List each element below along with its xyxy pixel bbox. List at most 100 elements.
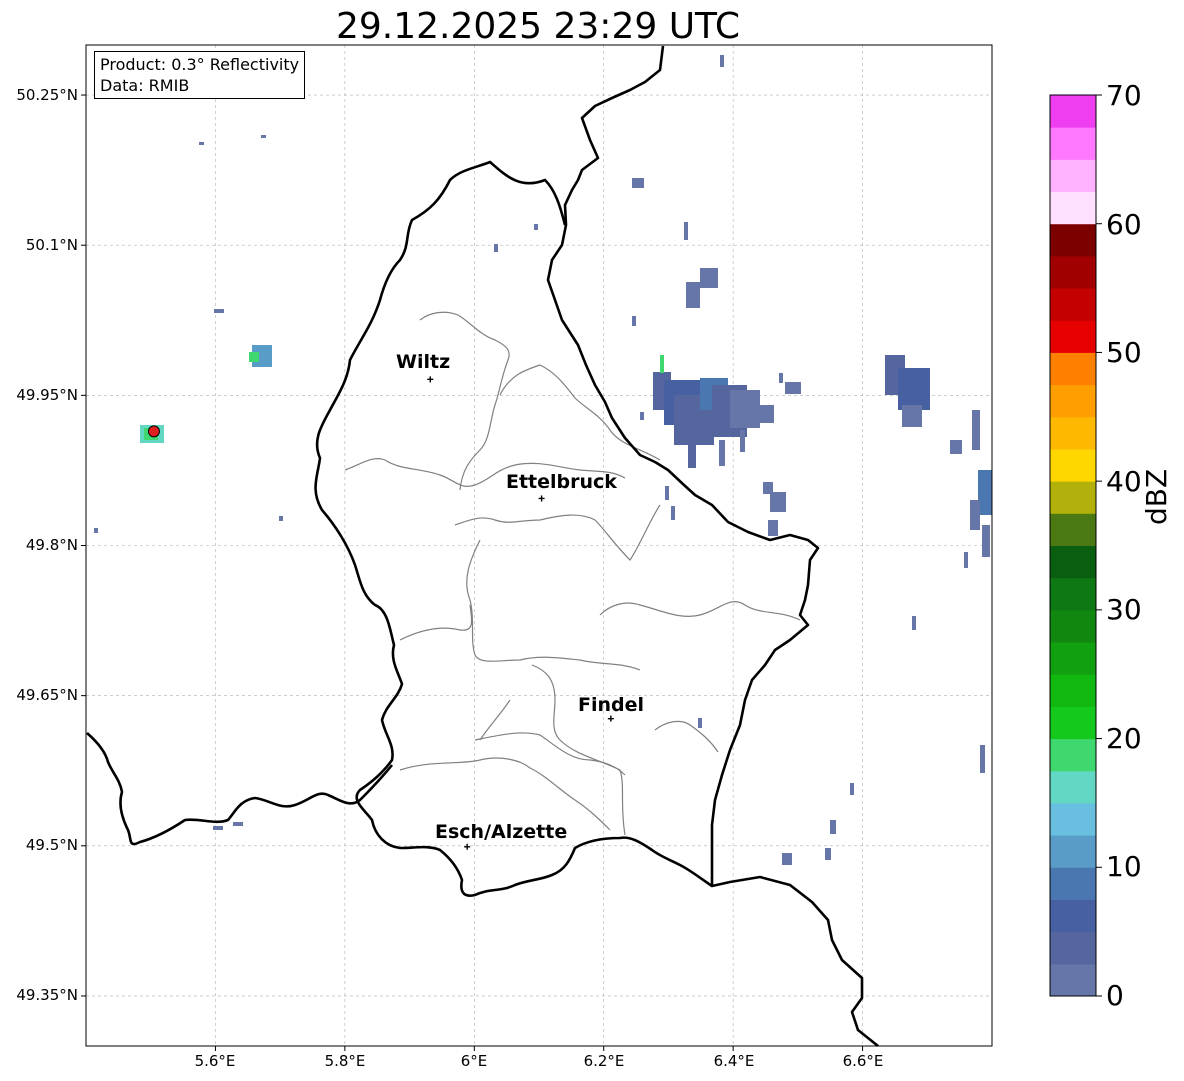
echo-cell bbox=[494, 244, 498, 252]
colorbar-swatch bbox=[1050, 320, 1096, 353]
colorbar-swatch bbox=[1050, 127, 1096, 160]
echo-cell bbox=[770, 492, 786, 512]
colorbar-swatch bbox=[1050, 835, 1096, 868]
colorbar-swatch bbox=[1050, 159, 1096, 193]
echo-cell bbox=[700, 268, 718, 288]
echo-cell bbox=[972, 410, 980, 450]
colorbar-tick: 60 bbox=[1106, 208, 1142, 241]
product-info-box: Product: 0.3° Reflectivity Data: RMIB bbox=[94, 51, 306, 99]
echo-cell bbox=[779, 373, 783, 383]
lat-tick: 49.35°N bbox=[16, 986, 78, 1004]
echo-cell bbox=[825, 848, 831, 860]
echo-cell bbox=[850, 783, 854, 795]
colorbar-swatch bbox=[1050, 706, 1096, 740]
echo-cell bbox=[671, 506, 675, 520]
lon-tick: 5.8°E bbox=[324, 1052, 366, 1070]
echo-cell bbox=[199, 142, 204, 145]
colorbar-swatch bbox=[1050, 642, 1096, 675]
colorbar-tick: 30 bbox=[1106, 593, 1142, 626]
radar-map bbox=[81, 44, 1102, 1051]
echo-cell bbox=[534, 224, 538, 230]
lat-tick: 50.1°N bbox=[25, 236, 78, 254]
lon-tick: 6.4°E bbox=[713, 1052, 755, 1070]
colorbar-tick: 40 bbox=[1106, 465, 1142, 498]
lat-tick: 49.65°N bbox=[16, 686, 78, 704]
product-label: Product: 0.3° Reflectivity bbox=[100, 55, 300, 74]
echo-cell bbox=[249, 352, 259, 362]
echo-cell bbox=[660, 355, 664, 373]
lon-tick: 6.2°E bbox=[583, 1052, 625, 1070]
colorbar-swatch bbox=[1050, 352, 1096, 386]
colorbar-swatch bbox=[1050, 255, 1096, 289]
echo-cell bbox=[719, 440, 725, 466]
echo-cell bbox=[640, 412, 644, 420]
echo-cell bbox=[970, 500, 980, 530]
colorbar-unit-label: dBZ bbox=[1140, 468, 1173, 525]
echo-cell bbox=[902, 405, 922, 427]
echo-cell bbox=[768, 520, 778, 536]
echo-cell bbox=[782, 853, 792, 865]
data-source-label: Data: RMIB bbox=[100, 76, 190, 95]
colorbar-swatch bbox=[1050, 481, 1096, 514]
echo-cell bbox=[665, 486, 669, 500]
lon-tick: 6°E bbox=[460, 1052, 488, 1070]
colorbar-swatch bbox=[1050, 384, 1096, 418]
echo-cell bbox=[261, 135, 266, 138]
echo-cell bbox=[698, 718, 702, 728]
lat-tick: 49.5°N bbox=[25, 836, 78, 854]
echo-cell bbox=[632, 178, 644, 188]
echo-cell bbox=[94, 528, 98, 533]
colorbar-swatch bbox=[1050, 770, 1096, 804]
colorbar-swatch bbox=[1050, 963, 1096, 997]
colorbar bbox=[1049, 94, 1102, 997]
echo-cell bbox=[213, 826, 223, 830]
city-label-wiltz: Wiltz bbox=[396, 351, 451, 373]
colorbar-swatch bbox=[1050, 674, 1096, 707]
echo-cell bbox=[898, 368, 930, 410]
colorbar-swatch bbox=[1050, 448, 1096, 482]
city-label-findel: Findel bbox=[578, 694, 645, 716]
graticule bbox=[81, 45, 992, 1051]
colorbar-swatch bbox=[1050, 577, 1096, 611]
city-label-esch-alzette: Esch/Alzette bbox=[435, 821, 568, 843]
echo-cell bbox=[632, 316, 636, 326]
lat-tick: 50.25°N bbox=[16, 86, 78, 104]
echo-cell bbox=[830, 820, 836, 834]
colorbar-swatch bbox=[1050, 545, 1096, 579]
colorbar-tick: 10 bbox=[1106, 850, 1142, 883]
colorbar-swatch bbox=[1050, 223, 1096, 257]
echo-cell bbox=[233, 822, 243, 826]
echo-cell bbox=[785, 382, 801, 394]
echo-cell bbox=[214, 309, 224, 313]
echo-cell bbox=[740, 430, 745, 452]
echo-cell bbox=[964, 552, 968, 568]
colorbar-tick: 0 bbox=[1106, 979, 1124, 1012]
colorbar-swatch bbox=[1050, 802, 1096, 836]
colorbar-tick: 50 bbox=[1106, 336, 1142, 369]
echo-cell bbox=[684, 222, 688, 240]
colorbar-swatch bbox=[1050, 867, 1096, 900]
colorbar-swatch bbox=[1050, 513, 1096, 546]
colorbar-swatch bbox=[1050, 609, 1096, 643]
lon-tick: 5.6°E bbox=[194, 1052, 236, 1070]
echo-cell bbox=[720, 55, 724, 67]
colorbar-swatch bbox=[1050, 931, 1096, 965]
echo-cell bbox=[686, 282, 700, 308]
echo-cell bbox=[730, 390, 760, 428]
colorbar-tick: 70 bbox=[1106, 79, 1142, 112]
colorbar-swatch bbox=[1050, 95, 1096, 128]
echo-cell bbox=[980, 745, 985, 773]
echo-cell bbox=[950, 440, 962, 454]
echo-cell bbox=[982, 525, 990, 557]
echo-cell bbox=[279, 516, 283, 521]
city-label-ettelbruck: Ettelbruck bbox=[506, 471, 617, 493]
radar-site-marker bbox=[147, 425, 160, 438]
echo-cell bbox=[760, 405, 774, 423]
colorbar-swatch bbox=[1050, 738, 1096, 772]
colorbar-swatch bbox=[1050, 288, 1096, 321]
echo-cell bbox=[688, 440, 696, 468]
echo-cell bbox=[978, 470, 992, 515]
lat-tick: 49.95°N bbox=[16, 386, 78, 404]
colorbar-swatch bbox=[1050, 191, 1096, 225]
lon-tick: 6.6°E bbox=[842, 1052, 884, 1070]
